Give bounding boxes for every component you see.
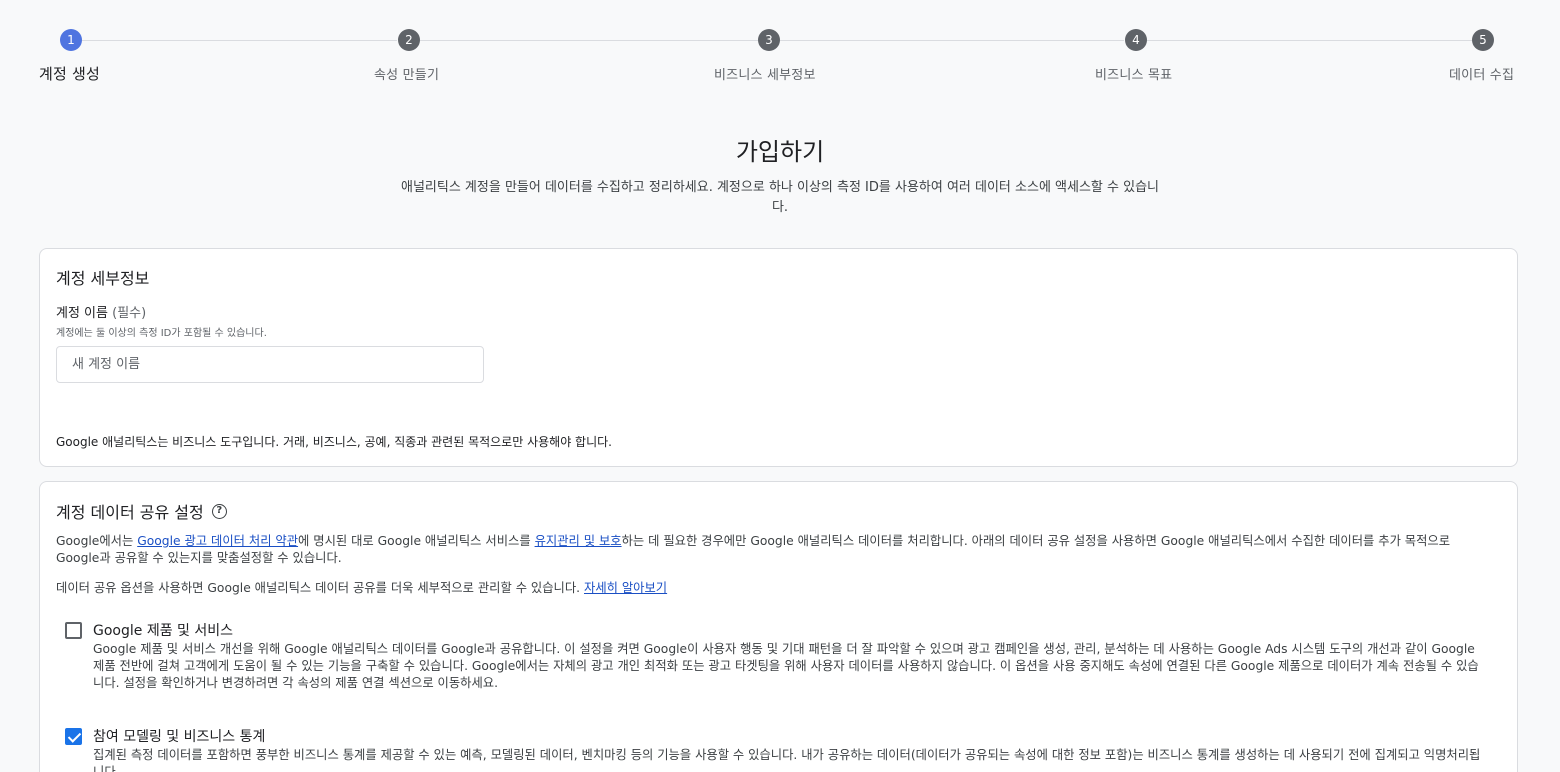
modeling-insights-checkbox[interactable] xyxy=(65,728,82,745)
step-2-number: 2 xyxy=(398,29,420,51)
stepper-connector xyxy=(780,40,1124,41)
step-5-label: 데이터 수집 xyxy=(1449,68,1515,83)
stepper-connector xyxy=(82,40,397,41)
step-4-number: 4 xyxy=(1125,29,1147,51)
step-4-label: 비즈니스 목표 xyxy=(1095,68,1173,83)
account-name-label: 계정 이름 (필수) xyxy=(56,302,146,321)
intro-mid: 에 명시된 대로 Google 애널리틱스 서비스를 xyxy=(298,534,535,548)
step-3-number: 3 xyxy=(758,29,780,51)
account-name-hint: 계정에는 둘 이상의 측정 ID가 포함될 수 있습니다. xyxy=(56,328,267,339)
options-note-text: 데이터 공유 옵션을 사용하면 Google 애널리틱스 데이터 공유를 더욱 … xyxy=(56,581,584,595)
stepper-connector xyxy=(420,40,758,41)
data-sharing-title: 계정 데이터 공유 설정 xyxy=(56,503,204,522)
step-5-number: 5 xyxy=(1472,29,1494,51)
signup-stepper: 1 2 3 4 5 계정 생성 속성 만들기 비즈니스 세부정보 비즈니스 목표… xyxy=(0,0,1560,100)
usage-note: Google 애널리틱스는 비즈니스 도구입니다. 거래, 비즈니스, 공예, … xyxy=(56,435,612,449)
option-google-products-description: Google 제품 및 서비스 개선을 위해 Google 애널리틱스 데이터를… xyxy=(93,642,1479,690)
help-circle-icon[interactable]: ? xyxy=(211,503,227,519)
account-name-label-text: 계정 이름 xyxy=(56,306,108,321)
ads-data-terms-link[interactable]: Google 광고 데이터 처리 약관 xyxy=(137,534,298,548)
data-sharing-intro: Google에서는 Google 광고 데이터 처리 약관에 명시된 대로 Go… xyxy=(56,533,1496,567)
account-details-card: 계정 세부정보 계정 이름 (필수) 계정에는 둘 이상의 측정 ID가 포함될… xyxy=(39,248,1518,467)
step-1-label: 계정 생성 xyxy=(39,65,100,83)
maintain-protect-link[interactable]: 유지관리 및 보호 xyxy=(535,534,622,548)
learn-more-link[interactable]: 자세히 알아보기 xyxy=(584,581,667,595)
page-subtitle: 애널리틱스 계정을 만들어 데이터를 수집하고 정리하세요. 계정으로 하나 이… xyxy=(401,180,1159,215)
account-name-input[interactable] xyxy=(56,346,484,383)
data-sharing-options-note: 데이터 공유 옵션을 사용하면 Google 애널리틱스 데이터 공유를 더욱 … xyxy=(56,580,1496,597)
required-indicator: (필수) xyxy=(112,306,147,321)
step-2-label: 속성 만들기 xyxy=(374,68,440,83)
google-products-checkbox[interactable] xyxy=(65,622,82,639)
page-title: 가입하기 xyxy=(735,138,825,166)
option-modeling-insights-title: 참여 모델링 및 비즈니스 통계 xyxy=(93,729,266,745)
step-1-number: 1 xyxy=(60,29,82,51)
data-sharing-card: 계정 데이터 공유 설정 ? Google에서는 Google 광고 데이터 처… xyxy=(39,481,1518,772)
step-3-label: 비즈니스 세부정보 xyxy=(714,68,816,83)
account-details-title: 계정 세부정보 xyxy=(56,269,150,288)
stepper-connector xyxy=(1147,40,1472,41)
intro-prefix: Google에서는 xyxy=(56,534,138,548)
option-modeling-insights-description: 집계된 측정 데이터를 포함하면 풍부한 비즈니스 통계를 제공할 수 있는 예… xyxy=(93,748,1481,772)
data-sharing-title-row: 계정 데이터 공유 설정 ? xyxy=(56,499,227,523)
option-google-products-title: Google 제품 및 서비스 xyxy=(93,623,233,639)
